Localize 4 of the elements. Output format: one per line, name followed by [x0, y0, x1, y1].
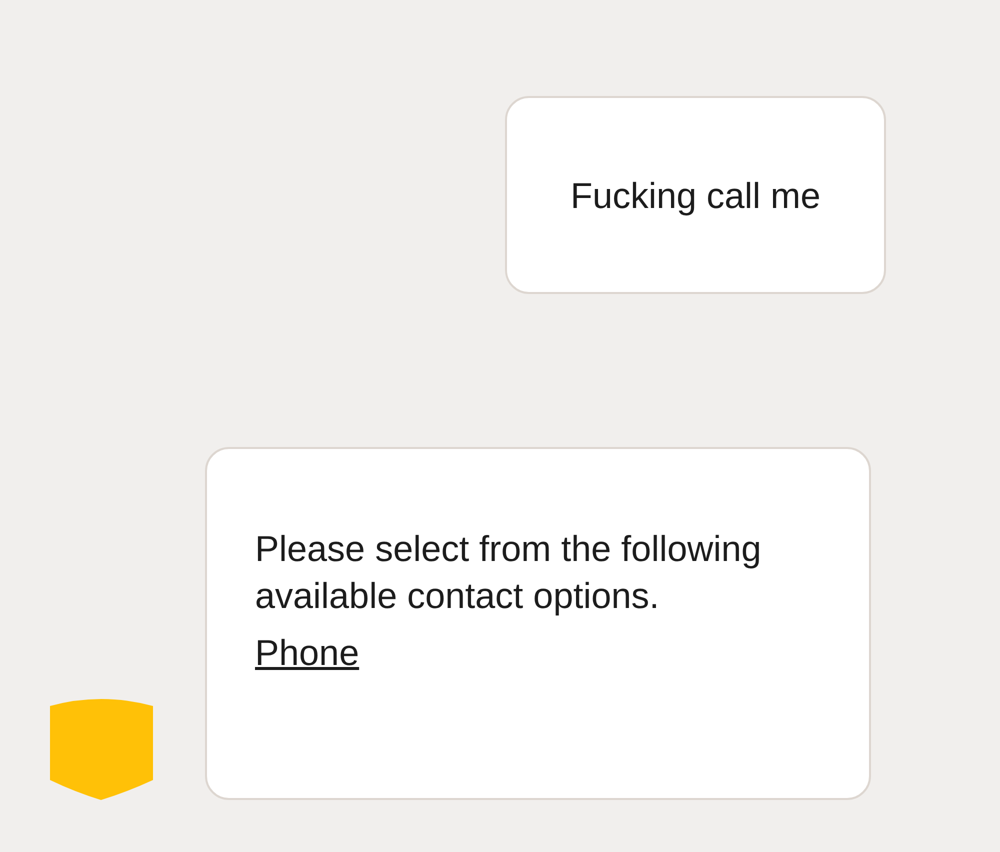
phone-link[interactable]: Phone [255, 629, 360, 676]
message-text: Fucking call me [570, 174, 821, 218]
shield-icon [50, 698, 153, 800]
message-text: Please select from the following available contact options. [255, 527, 762, 618]
